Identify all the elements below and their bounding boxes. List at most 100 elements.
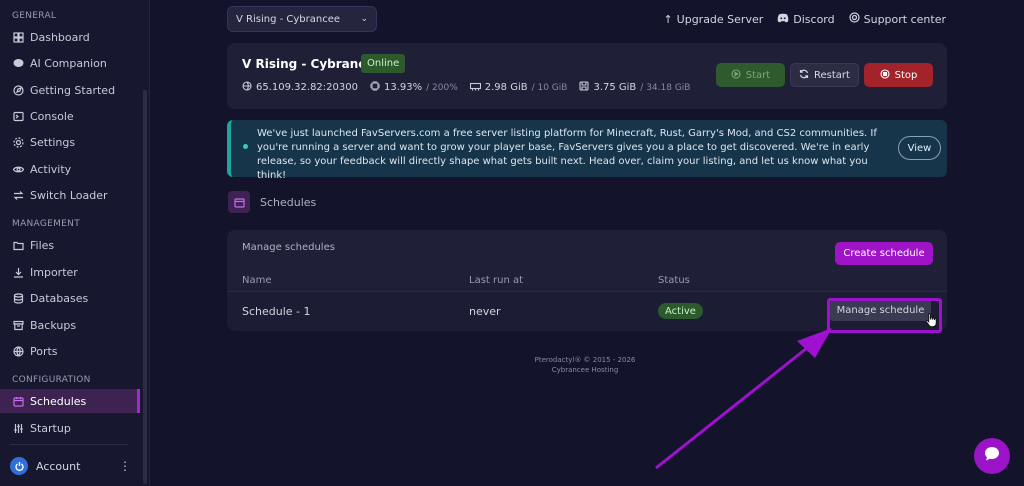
- sidebar-scrollbar[interactable]: [143, 90, 147, 484]
- chat-widget-button[interactable]: [974, 438, 1010, 474]
- sidebar-item-console[interactable]: Console: [0, 104, 140, 128]
- play-icon: [731, 68, 741, 82]
- swap-icon: [12, 189, 24, 201]
- lifebuoy-icon: [849, 12, 860, 26]
- section-configuration: CONFIGURATION: [12, 375, 91, 385]
- column-header-name: Name: [242, 275, 272, 286]
- sidebar-item-label: Files: [30, 238, 55, 252]
- sidebar: GENERAL Dashboard AI Companion Getting S…: [0, 0, 150, 486]
- footer: Pterodactyl® © 2015 - 2026 Cybrancee Hos…: [500, 355, 670, 375]
- sidebar-item-label: Settings: [30, 135, 76, 149]
- sidebar-item-ai-companion[interactable]: AI Companion: [0, 51, 140, 75]
- compass-icon: [12, 84, 24, 96]
- cpu-icon: [369, 81, 380, 94]
- restart-button[interactable]: Restart: [790, 63, 859, 87]
- sidebar-item-label: AI Companion: [30, 56, 107, 70]
- server-status-card: V Rising - Cybrancee Online 65.109.32.82…: [227, 43, 947, 109]
- ip-address: 65.109.32.82:20300: [256, 82, 358, 93]
- schedule-name: Schedule - 1: [242, 305, 311, 318]
- memory-limit: / 10 GiB: [531, 82, 568, 93]
- sidebar-item-startup[interactable]: Startup: [0, 416, 140, 440]
- status-badge: Online: [361, 54, 406, 73]
- upgrade-server-label: Upgrade Server: [676, 12, 764, 26]
- section-management: MANAGEMENT: [12, 219, 80, 229]
- sidebar-item-ports[interactable]: Ports: [0, 339, 140, 363]
- restart-label: Restart: [814, 69, 850, 81]
- stop-icon: [880, 68, 890, 82]
- manage-schedules-label: Manage schedules: [242, 242, 335, 253]
- archive-icon: [12, 319, 24, 331]
- discord-label: Discord: [793, 12, 835, 26]
- top-links: ↑ Upgrade Server Discord Support center: [663, 12, 946, 26]
- server-stats: 65.109.32.82:20300 13.93% / 200% 2.98 Gi…: [242, 81, 690, 94]
- more-options-icon[interactable]: ⋮: [119, 459, 131, 473]
- sidebar-item-schedules[interactable]: Schedules: [0, 389, 140, 413]
- start-button[interactable]: Start: [716, 63, 785, 87]
- globe-icon: [242, 81, 252, 94]
- network-icon: [12, 345, 24, 357]
- divider: [10, 444, 128, 445]
- ip-stat: 65.109.32.82:20300: [242, 81, 358, 94]
- stop-button[interactable]: Stop: [864, 63, 933, 87]
- folder-icon: [12, 239, 24, 251]
- power-icon: [10, 457, 28, 475]
- grid-icon: [12, 31, 24, 43]
- sidebar-item-databases[interactable]: Databases: [0, 286, 140, 310]
- disk-icon: [579, 81, 590, 94]
- chat-icon: [12, 57, 24, 69]
- sidebar-item-importer[interactable]: Importer: [0, 260, 140, 284]
- server-select-value: V Rising - Cybrancee: [236, 13, 341, 25]
- discord-link[interactable]: Discord: [777, 12, 835, 26]
- sidebar-item-getting-started[interactable]: Getting Started: [0, 78, 140, 102]
- gear-icon: [12, 136, 24, 148]
- sidebar-item-files[interactable]: Files: [0, 233, 140, 257]
- sidebar-item-label: Switch Loader: [30, 188, 108, 202]
- discord-icon: [777, 13, 789, 26]
- sidebar-item-label: Dashboard: [30, 30, 90, 44]
- database-icon: [12, 292, 24, 304]
- memory-stat: 2.98 GiB / 10 GiB: [469, 82, 568, 94]
- sidebar-item-settings[interactable]: Settings: [0, 130, 140, 154]
- info-dot-icon: [243, 144, 248, 149]
- column-header-last-run: Last run at: [469, 275, 524, 286]
- create-schedule-button[interactable]: Create schedule: [835, 242, 933, 265]
- eye-icon: [12, 163, 24, 175]
- upgrade-server-link[interactable]: ↑ Upgrade Server: [663, 12, 763, 26]
- view-button[interactable]: View: [898, 136, 941, 160]
- column-header-status: Status: [658, 275, 690, 286]
- cpu-limit: / 200%: [426, 82, 458, 93]
- page-title: Schedules: [260, 195, 317, 209]
- calendar-icon: [12, 395, 24, 407]
- sidebar-item-label: Databases: [30, 291, 89, 305]
- sidebar-item-label: Backups: [30, 318, 77, 332]
- server-select[interactable]: V Rising - Cybrancee ⌄: [227, 6, 377, 32]
- memory-usage: 2.98 GiB: [484, 82, 528, 93]
- announcement-banner: We've just launched FavServers.com a fre…: [227, 120, 947, 181]
- memory-icon: [469, 82, 481, 94]
- calendar-icon: [228, 191, 250, 213]
- sidebar-item-activity[interactable]: Activity: [0, 157, 140, 181]
- arrow-up-icon: ↑: [663, 12, 673, 26]
- sidebar-item-switch-loader[interactable]: Switch Loader: [0, 183, 140, 207]
- hand-cursor-icon: [925, 313, 937, 328]
- account-label: Account: [36, 459, 81, 473]
- schedules-header: Schedules: [228, 191, 316, 213]
- sidebar-item-backups[interactable]: Backups: [0, 313, 140, 337]
- announcement-text: We've just launched FavServers.com a fre…: [257, 128, 877, 181]
- sidebar-item-label: Schedules: [30, 394, 87, 408]
- terminal-icon: [12, 110, 24, 122]
- chevron-down-icon: ⌄: [360, 14, 368, 24]
- support-center-label: Support center: [863, 12, 946, 26]
- footer-company: Cybrancee Hosting: [551, 366, 619, 374]
- stop-label: Stop: [894, 69, 918, 81]
- support-center-link[interactable]: Support center: [849, 12, 946, 26]
- sidebar-item-dashboard[interactable]: Dashboard: [0, 25, 140, 49]
- sidebar-item-label: Ports: [30, 344, 58, 358]
- chat-bubble-icon: [983, 445, 1001, 467]
- refresh-icon: [799, 69, 809, 82]
- sidebar-item-label: Getting Started: [30, 83, 116, 97]
- sliders-icon: [12, 422, 24, 434]
- account-menu[interactable]: Account ⋮: [10, 455, 131, 477]
- footer-copyright: Pterodactyl® © 2015 - 2026: [534, 356, 636, 364]
- schedule-last-run: never: [469, 305, 501, 318]
